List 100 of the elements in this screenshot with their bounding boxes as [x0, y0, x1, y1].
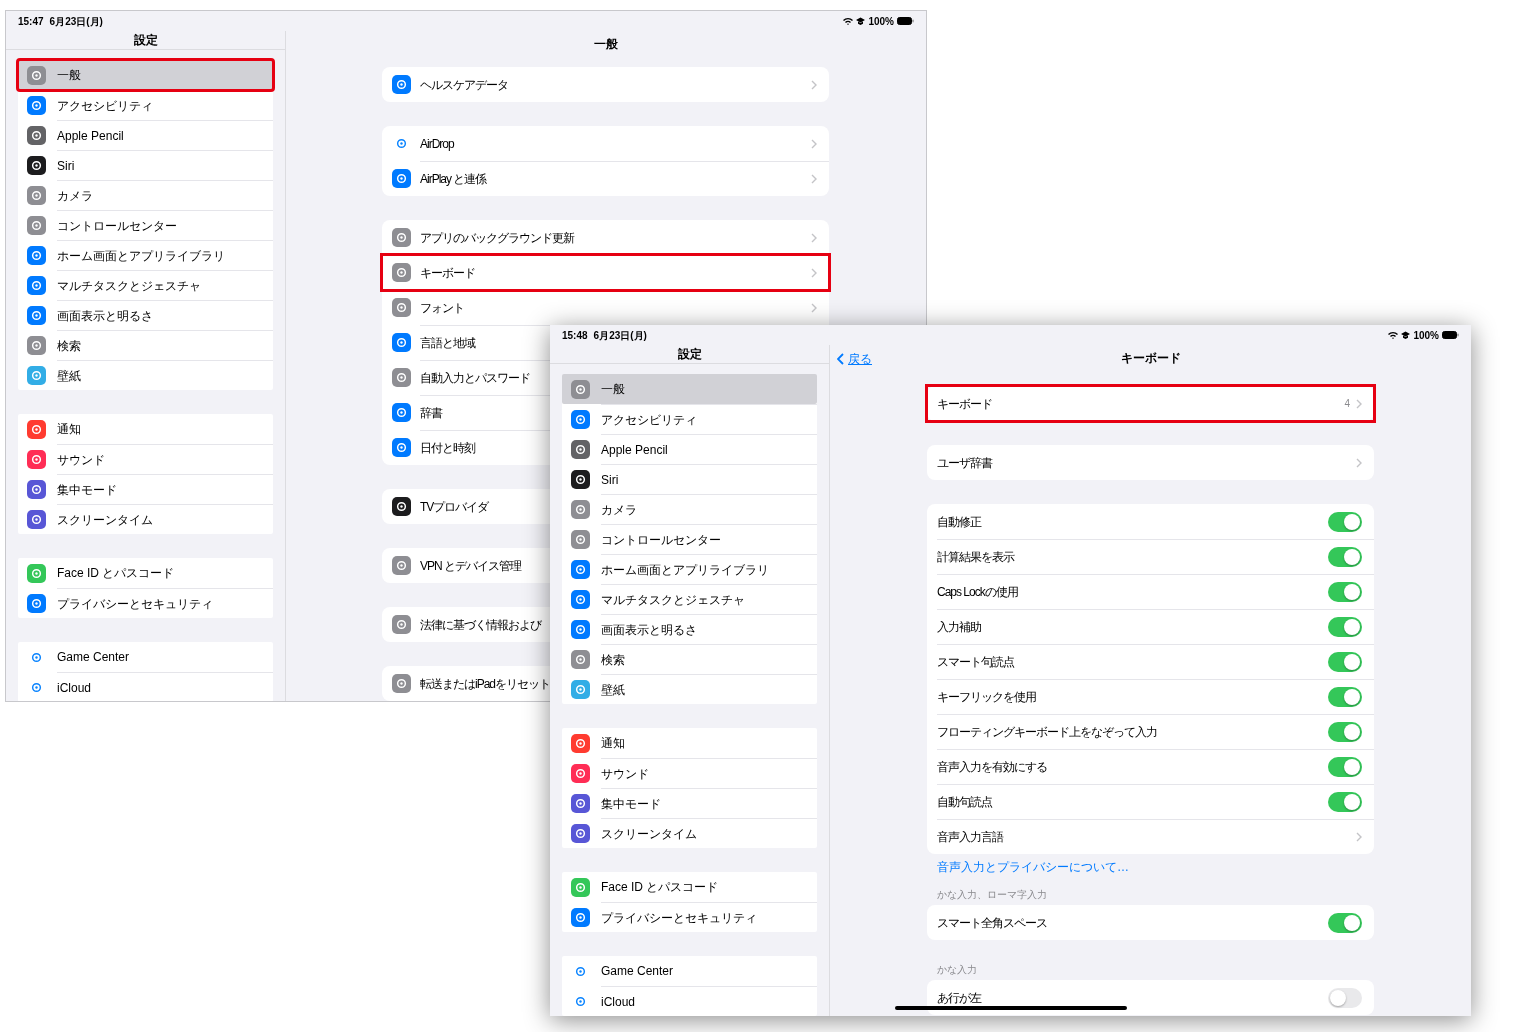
chevron-icon: [1356, 832, 1362, 842]
privacy-link[interactable]: 音声入力とプライバシーについて…: [937, 860, 1129, 874]
toggle-switch[interactable]: [1328, 511, 1362, 532]
chevron-icon: [1356, 457, 1362, 468]
item-label: 壁紙: [57, 367, 81, 385]
settings-row[interactable]: 法律に基づく情報および: [382, 607, 550, 642]
toggle-switch[interactable]: [1328, 757, 1362, 777]
item-label: iCloud: [601, 993, 636, 1011]
settings-row[interactable]: 音声入力言語: [927, 819, 1374, 854]
row-value: 4: [1344, 397, 1350, 411]
settings-row[interactable]: フローティングキーボード上をなぞって入力: [927, 714, 1374, 749]
sidebar-item[interactable]: プライバシーとセキュリティ: [562, 902, 817, 932]
settings-row[interactable]: 入力補助: [927, 609, 1374, 644]
item-label: 通知: [601, 735, 625, 752]
settings-row[interactable]: VPN とデバイス管理: [382, 548, 550, 583]
sidebar-item[interactable]: iCloud: [562, 986, 817, 1016]
item-label: アクセシビリティ: [57, 97, 153, 115]
settings-row[interactable]: 音声入力を有効にする: [927, 749, 1374, 784]
item-label: スクリーンタイム: [601, 825, 697, 843]
settings-row[interactable]: TVプロバイダ: [382, 489, 550, 524]
back-chevron-icon: [837, 353, 844, 365]
row-label: キーボード: [937, 395, 992, 413]
toggle-switch[interactable]: [1328, 722, 1362, 742]
toggle-switch[interactable]: [1328, 687, 1362, 707]
sidebar-item[interactable]: スクリーンタイム: [18, 504, 273, 534]
item-label: Apple Pencil: [601, 441, 668, 459]
sidebar-item[interactable]: 壁紙: [18, 360, 273, 390]
settings-row[interactable]: キーボード: [382, 255, 829, 290]
settings-row[interactable]: 日付と時刻: [382, 430, 550, 465]
settings-row[interactable]: AirDrop: [382, 126, 829, 161]
settings-row[interactable]: AirPlay と連係: [382, 161, 829, 196]
settings-row[interactable]: Caps Lockの使用: [927, 574, 1374, 609]
battery-icon: [897, 17, 914, 25]
item-label: サウンド: [57, 451, 105, 469]
settings-row[interactable]: あ行が左: [927, 980, 1374, 1015]
item-label: Face ID とパスコード: [57, 565, 175, 582]
sidebar-item[interactable]: プライバシーとセキュリティ: [18, 588, 273, 618]
toggle-switch[interactable]: [1328, 617, 1362, 637]
toggle-switch[interactable]: [1328, 547, 1362, 567]
status-time: 15:48: [562, 328, 588, 343]
toggle-switch[interactable]: [1328, 987, 1362, 1008]
settings-row[interactable]: スマート全角スペース: [927, 905, 1374, 940]
back-link[interactable]: 戻る: [837, 350, 872, 368]
settings-row[interactable]: ユーザ辞書: [927, 445, 1374, 480]
settings-row[interactable]: 転送またはiPadをリセット: [382, 666, 550, 701]
toggle-switch[interactable]: [1328, 582, 1362, 602]
item-label: スクリーンタイム: [57, 511, 153, 529]
chevron-icon: [811, 268, 817, 278]
item-label: プライバシーとセキュリティ: [57, 595, 213, 613]
row-label: 自動修正: [937, 513, 981, 531]
row-label: TVプロバイダ: [420, 498, 489, 516]
item-label: 壁紙: [601, 681, 625, 699]
battery-percent: 100%: [868, 14, 894, 29]
item-label: 検索: [601, 651, 625, 669]
settings-row[interactable]: ヘルスケアデータ: [382, 67, 829, 102]
row-label: AirPlay と連係: [420, 171, 487, 188]
settings-row[interactable]: スマート句読点: [927, 644, 1374, 679]
row-label: ユーザ辞書: [937, 454, 992, 472]
item-label: Siri: [601, 471, 619, 489]
item-label: Game Center: [57, 649, 130, 666]
toggle-switch[interactable]: [1328, 912, 1362, 933]
row-label: 自動入力とパスワード: [420, 370, 530, 387]
sidebar-title: 設定: [677, 346, 702, 363]
sidebar-item[interactable]: iCloud: [18, 672, 273, 701]
toggle-switch[interactable]: [1328, 792, 1362, 812]
settings-row[interactable]: 計算結果を表示: [927, 539, 1374, 574]
status-icon: [1401, 331, 1411, 339]
item-label: ホーム画面とアプリライブラリ: [601, 561, 769, 579]
toggle-switch[interactable]: [1328, 652, 1362, 672]
battery-icon: [1442, 331, 1459, 339]
settings-row[interactable]: 自動入力とパスワード: [382, 360, 550, 395]
item-label: Face ID とパスコード: [601, 879, 719, 896]
row-label: 転送またはiPadをリセット: [420, 675, 550, 693]
settings-row[interactable]: アプリのバックグラウンド更新: [382, 220, 829, 255]
row-label: AirDrop: [420, 135, 454, 153]
item-label: マルチタスクとジェスチャ: [57, 277, 201, 295]
settings-row[interactable]: 自動句読点: [927, 784, 1374, 819]
item-label: ホーム画面とアプリライブラリ: [57, 247, 225, 265]
sidebar-item[interactable]: 壁紙: [562, 674, 817, 704]
settings-row[interactable]: 言語と地域: [382, 325, 550, 360]
detail-title: 一般: [594, 36, 618, 53]
sidebar-item[interactable]: スクリーンタイム: [562, 818, 817, 848]
item-label: コントロールセンター: [57, 217, 177, 235]
row-label: 入力補助: [937, 619, 981, 636]
row-label: 計算結果を表示: [937, 549, 1014, 566]
sidebar-item[interactable]: 一般: [18, 60, 273, 90]
row-label: キーボード: [420, 265, 475, 282]
row-label: Caps Lockの使用: [937, 584, 1018, 601]
row-label: スマート全角スペース: [937, 914, 1047, 932]
row-label: 音声入力を有効にする: [937, 759, 1047, 776]
row-label: あ行が左: [937, 989, 981, 1007]
settings-row[interactable]: 自動修正: [927, 504, 1374, 539]
settings-row[interactable]: キーボード 4: [927, 386, 1374, 421]
status-date: 6月23日(月): [49, 14, 103, 29]
settings-row[interactable]: 辞書: [382, 395, 550, 430]
sidebar-item[interactable]: 一般: [562, 374, 817, 404]
settings-row[interactable]: キーフリックを使用: [927, 679, 1374, 714]
chevron-icon: [811, 303, 817, 313]
status-time: 15:47: [18, 14, 44, 29]
row-label: 日付と時刻: [420, 440, 475, 457]
